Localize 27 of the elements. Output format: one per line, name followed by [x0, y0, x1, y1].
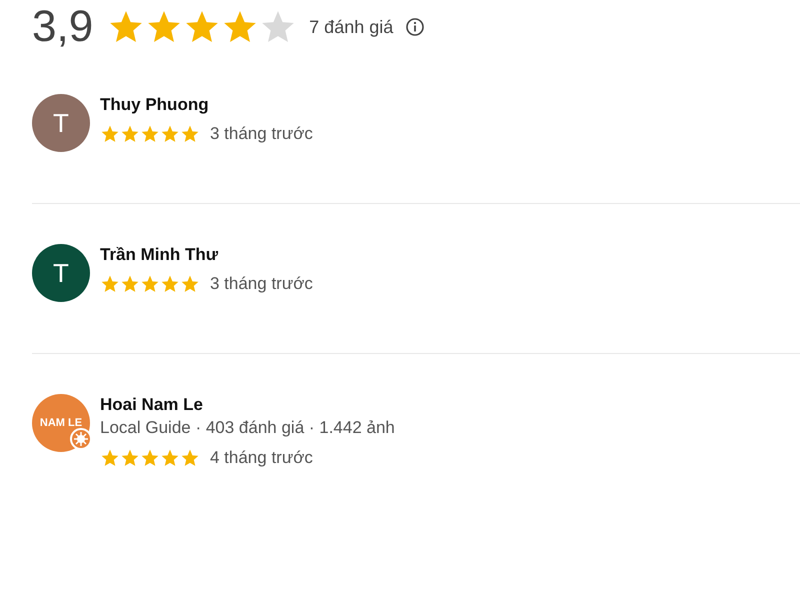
star-icon: [160, 274, 180, 294]
user-avatar[interactable]: T: [32, 94, 90, 152]
star-icon: [160, 124, 180, 144]
star-icon: [100, 274, 120, 294]
star-icon: [100, 448, 120, 468]
star-icon: [120, 124, 140, 144]
star-icon: [140, 274, 160, 294]
star-icon: [180, 274, 200, 294]
star-icon: [140, 124, 160, 144]
user-avatar[interactable]: T: [32, 244, 90, 302]
reviewer-details: Local Guide · 403 đánh giá · 1.442 ảnh: [100, 417, 395, 439]
star-icon: [120, 274, 140, 294]
star-icon: [180, 124, 200, 144]
reviewer-name[interactable]: Hoai Nam Le: [100, 394, 395, 416]
reviewer-name[interactable]: Thuy Phuong: [100, 94, 313, 116]
reviewer-name[interactable]: Trần Minh Thư: [100, 244, 313, 266]
star-icon: [140, 448, 160, 468]
review-time: 3 tháng trước: [210, 274, 313, 294]
star-icon: [100, 124, 120, 144]
rating-score: 3,9: [32, 2, 94, 52]
review-time: 4 tháng trước: [210, 448, 313, 468]
review-time: 3 tháng trước: [210, 124, 313, 144]
review-count: 7 đánh giá: [309, 16, 394, 38]
info-icon[interactable]: [405, 17, 426, 37]
star-icon: [180, 448, 200, 468]
star-icon: [160, 448, 180, 468]
star-icon: [120, 448, 140, 468]
